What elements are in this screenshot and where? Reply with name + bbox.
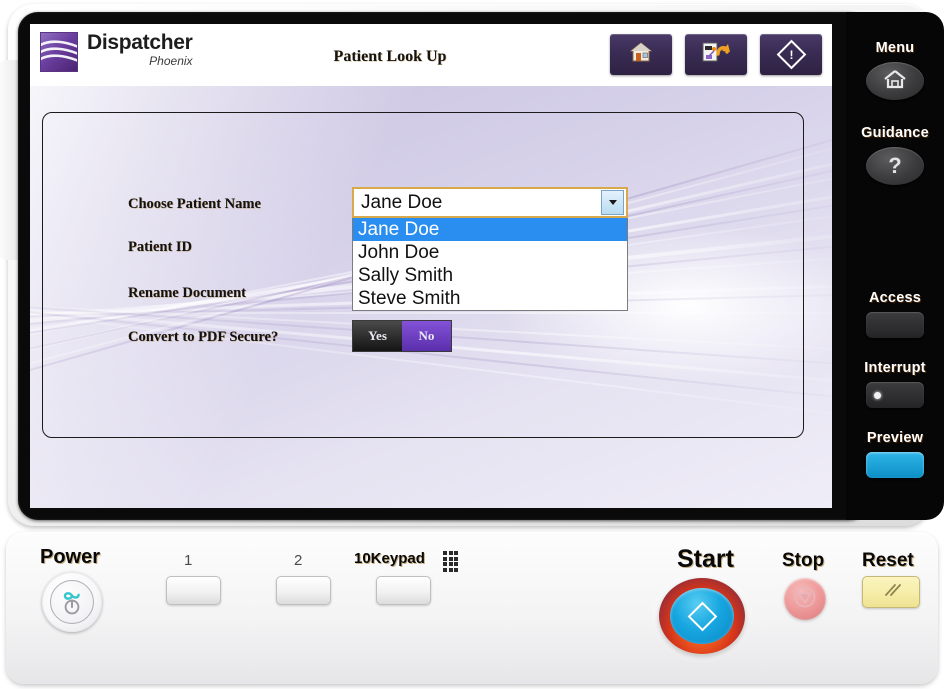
start-button[interactable] [659,578,745,654]
dispatcher-logo-icon [40,32,78,72]
eco-power-icon [50,580,94,624]
chevron-down-icon[interactable] [601,190,624,215]
label-choose-patient-name: Choose Patient Name [128,196,261,212]
interrupt-label: Interrupt [864,360,926,376]
patient-name-option-list[interactable]: Jane Doe John Doe Sally Smith Steve Smit… [352,218,628,311]
pdf-secure-toggle[interactable]: Yes No [352,320,452,352]
access-button[interactable] [866,312,924,338]
diamond-start-icon: ! [776,39,806,70]
home-icon [628,40,654,69]
stop-triangle-icon [793,585,817,614]
app-body: Choose Patient Name Patient ID Rename Do… [30,86,832,508]
keypad-grid-icon [443,551,458,572]
start-job-button[interactable]: ! [760,34,822,75]
dropdown-option-sally-smith[interactable]: Sally Smith [353,264,627,287]
guidance-label: Guidance [861,125,929,141]
label-patient-id: Patient ID [128,239,193,255]
sidebar-item-preview[interactable]: Preview [846,430,944,478]
question-mark-icon: ? [888,153,902,178]
numeric-button-2[interactable] [276,576,331,605]
diamond-start-icon [687,601,717,631]
label-rename-document: Rename Document [128,285,246,301]
sidebar-item-guidance[interactable]: Guidance ? [846,125,944,185]
numeric-button-2-label: 2 [294,552,303,569]
document-undo-icon [701,40,731,69]
indicator-dot-icon [874,391,881,399]
dropdown-option-john-doe[interactable]: John Doe [353,241,627,264]
stop-button[interactable] [784,578,826,620]
keypad-button[interactable] [376,576,431,605]
patient-name-selected-value: Jane Doe [361,191,443,213]
logo-subtitle: Phoenix [149,54,193,68]
guidance-button[interactable]: ? [866,147,924,185]
touchscreen[interactable]: Dispatcher Phoenix Patient Look Up ! Cho… [30,24,832,508]
dropdown-option-steve-smith[interactable]: Steve Smith [353,287,627,310]
app-logo: Dispatcher Phoenix [40,32,193,72]
start-button-core [670,588,734,644]
keypad-label: 10Keypad [354,550,425,567]
header-button-group: ! [610,34,822,75]
numeric-button-1-label: 1 [184,552,193,569]
pdf-secure-no-button[interactable]: No [402,321,451,351]
preview-button[interactable] [866,452,924,478]
reset-button[interactable] [862,576,920,608]
access-label: Access [869,290,921,306]
sidebar-item-menu[interactable]: Menu [846,40,944,100]
sidebar-item-access[interactable]: Access [846,290,944,338]
dropdown-option-jane-doe[interactable]: Jane Doe [353,218,627,241]
workflow-back-button[interactable] [685,34,747,75]
menu-label: Menu [875,40,915,56]
app-header: Dispatcher Phoenix Patient Look Up ! [30,24,832,86]
double-slash-icon [878,582,904,603]
sidebar-item-interrupt[interactable]: Interrupt [846,360,944,408]
numeric-button-1[interactable] [166,576,221,605]
label-convert-to-pdf-secure: Convert to PDF Secure? [128,329,279,345]
home-icon [882,68,908,95]
logo-title: Dispatcher [87,31,193,54]
reset-label: Reset [862,550,914,571]
start-label: Start [677,545,734,573]
power-button[interactable] [42,572,102,632]
patient-name-dropdown[interactable]: Jane Doe [352,187,628,218]
stop-label: Stop [782,550,825,571]
pdf-secure-yes-button[interactable]: Yes [353,321,402,351]
hard-key-column: Menu Guidance ? Access Interrupt Preview [846,12,944,520]
interrupt-button[interactable] [866,382,924,408]
mfp-device: Dispatcher Phoenix Patient Look Up ! Cho… [0,0,952,689]
page-title: Patient Look Up [333,48,447,65]
preview-label: Preview [866,430,924,446]
home-button[interactable] [610,34,672,75]
power-label: Power [40,546,101,568]
menu-button[interactable] [866,62,924,100]
